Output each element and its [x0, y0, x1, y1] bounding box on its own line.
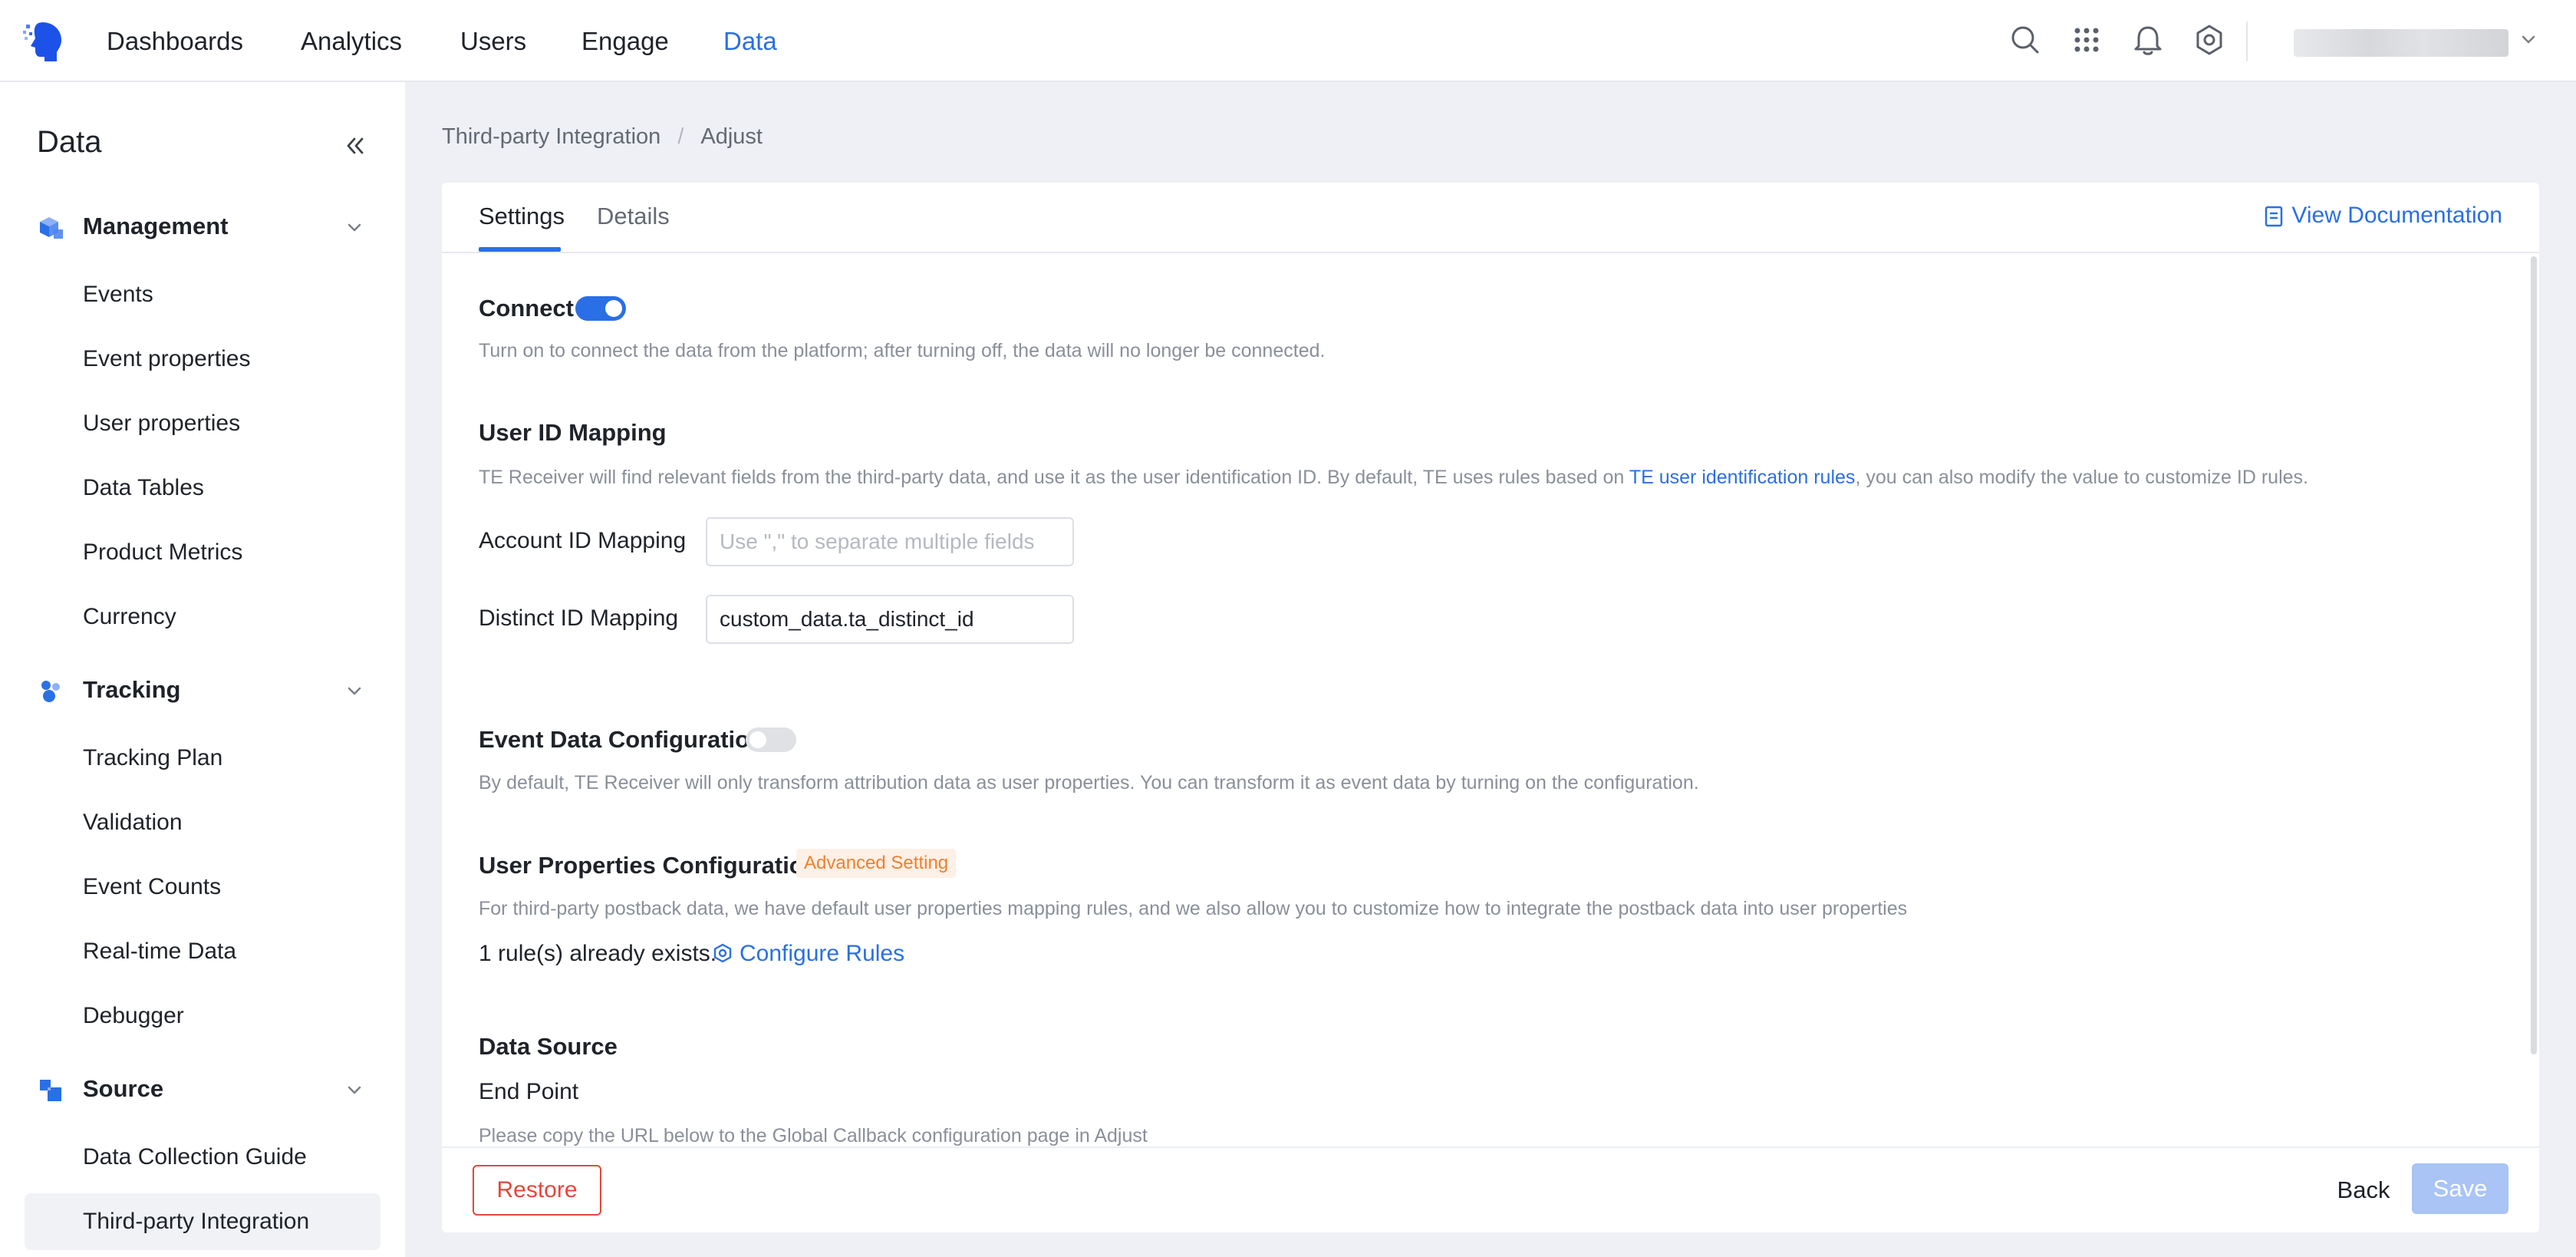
sidebar-item-label: Event properties — [83, 346, 251, 371]
chevron-down-icon[interactable] — [344, 1080, 365, 1101]
toolbar-divider — [2246, 21, 2248, 61]
scrollbar-thumb[interactable] — [2531, 256, 2537, 1054]
settings-gear-icon — [713, 943, 732, 963]
event-data-config-description: By default, TE Receiver will only transf… — [479, 772, 1699, 793]
chevron-down-icon[interactable] — [344, 681, 365, 702]
view-documentation-link[interactable]: View Documentation — [2264, 203, 2502, 229]
view-documentation-label: View Documentation — [2291, 203, 2502, 228]
event-data-config-toggle[interactable] — [746, 727, 796, 752]
end-point-description: Please copy the URL below to the Global … — [479, 1125, 1148, 1146]
sidebar-item-label: Tracking Plan — [83, 745, 223, 770]
settings-gear-icon[interactable] — [2192, 23, 2226, 57]
bell-icon[interactable] — [2131, 23, 2165, 57]
sidebar-item-validation[interactable]: Validation — [25, 794, 380, 851]
sidebar-item-data-tables[interactable]: Data Tables — [25, 460, 380, 516]
sidebar-item-label: User properties — [83, 411, 241, 436]
sidebar-group-label: Source — [83, 1075, 164, 1102]
breadcrumb-parent-link[interactable]: Third-party Integration — [442, 124, 660, 149]
tab-details[interactable]: Details — [597, 203, 670, 230]
sidebar-item-label: Data Collection Guide — [83, 1144, 307, 1170]
nav-users[interactable]: Users — [460, 23, 526, 60]
sidebar-item-label: Event Counts — [83, 874, 222, 899]
sidebar-group-label: Tracking — [83, 676, 181, 703]
account-id-mapping-label: Account ID Mapping — [479, 528, 687, 553]
toggle-knob — [605, 300, 622, 317]
breadcrumb: Third-party Integration / Adjust — [442, 124, 763, 150]
sidebar-group-label: Management — [83, 213, 229, 239]
app-logo-icon[interactable] — [21, 18, 68, 64]
tab-settings[interactable]: Settings — [479, 203, 565, 230]
connect-description: Turn on to connect the data from the pla… — [479, 340, 1326, 361]
sidebar-group-source[interactable]: Source — [37, 1066, 374, 1112]
sidebar: Data Management Events Event properties … — [0, 82, 405, 1257]
sidebar-group-management[interactable]: Management — [37, 203, 374, 249]
user-properties-config-title: User Properties Configuration — [479, 852, 819, 879]
sidebar-item-data-collection-guide[interactable]: Data Collection Guide — [25, 1129, 380, 1186]
description-text: , you can also modify the value to custo… — [1855, 467, 2308, 488]
nav-dashboards[interactable]: Dashboards — [107, 23, 243, 60]
nav-engage[interactable]: Engage — [581, 23, 669, 60]
breadcrumb-current: Adjust — [700, 124, 763, 149]
sidebar-item-events[interactable]: Events — [25, 266, 380, 323]
sidebar-item-label: Events — [83, 282, 153, 307]
cube-icon — [40, 217, 63, 239]
user-properties-config-description: For third-party postback data, we have d… — [479, 898, 1908, 919]
user-account-menu[interactable] — [2294, 29, 2508, 57]
sidebar-item-label: Third-party Integration — [83, 1209, 310, 1234]
connect-title: Connect — [479, 295, 574, 322]
nav-data[interactable]: Data — [723, 23, 777, 60]
advanced-setting-badge: Advanced Setting — [796, 849, 957, 878]
sidebar-item-label: Validation — [83, 810, 183, 835]
sidebar-item-tracking-plan[interactable]: Tracking Plan — [25, 730, 380, 787]
description-text: TE Receiver will find relevant fields fr… — [479, 467, 1629, 488]
nav-analytics[interactable]: Analytics — [301, 23, 402, 60]
rules-count-text: 1 rule(s) already exists. — [479, 941, 717, 966]
distinct-id-mapping-label: Distinct ID Mapping — [479, 605, 679, 631]
form-footer: Restore Back Save — [442, 1146, 2539, 1232]
sidebar-item-currency[interactable]: Currency — [25, 589, 380, 645]
back-button[interactable]: Back — [2321, 1165, 2406, 1216]
sidebar-item-label: Real-time Data — [83, 939, 237, 964]
chevron-down-icon[interactable] — [2518, 29, 2539, 51]
event-data-config-title: Event Data Configuration — [479, 726, 765, 753]
user-id-mapping-description: TE Receiver will find relevant fields fr… — [479, 467, 2308, 489]
sidebar-group-tracking[interactable]: Tracking — [37, 667, 374, 713]
tracking-icon — [41, 681, 60, 702]
sidebar-item-debugger[interactable]: Debugger — [25, 988, 380, 1044]
account-id-mapping-input[interactable] — [706, 517, 1074, 566]
active-tab-indicator — [479, 247, 561, 252]
collapse-sidebar-icon[interactable] — [342, 133, 368, 159]
top-navigation-bar: Dashboards Analytics Users Engage Data — [0, 0, 2576, 82]
sidebar-item-third-party-integration[interactable]: Third-party Integration — [25, 1193, 380, 1250]
tab-bar: Settings Details View Documentation — [442, 183, 2539, 253]
integration-settings-card: Settings Details View Documentation Conn… — [442, 183, 2539, 1232]
breadcrumb-separator: / — [677, 124, 684, 149]
identification-rules-link[interactable]: TE user identification rules — [1629, 467, 1856, 488]
sidebar-item-event-properties[interactable]: Event properties — [25, 331, 380, 388]
apps-grid-icon[interactable] — [2070, 23, 2103, 57]
end-point-label: End Point — [479, 1079, 579, 1104]
sidebar-item-product-metrics[interactable]: Product Metrics — [25, 524, 380, 581]
connect-toggle[interactable] — [575, 296, 626, 321]
chevron-down-icon[interactable] — [344, 217, 365, 239]
configure-rules-label: Configure Rules — [740, 941, 905, 966]
search-icon[interactable] — [2008, 23, 2042, 57]
sidebar-item-user-properties[interactable]: User properties — [25, 395, 380, 452]
toggle-knob — [749, 731, 766, 748]
configure-rules-button[interactable]: Configure Rules — [712, 941, 904, 967]
restore-button[interactable]: Restore — [473, 1165, 601, 1216]
document-icon — [2265, 206, 2283, 227]
sidebar-item-label: Debugger — [83, 1003, 184, 1028]
save-button[interactable]: Save — [2412, 1163, 2508, 1214]
distinct-id-mapping-input[interactable] — [706, 595, 1074, 644]
source-icon — [40, 1080, 61, 1101]
sidebar-item-label: Data Tables — [83, 475, 204, 500]
sidebar-item-real-time-data[interactable]: Real-time Data — [25, 923, 380, 980]
sidebar-item-label: Currency — [83, 604, 176, 629]
data-source-title: Data Source — [479, 1033, 618, 1060]
sidebar-item-event-counts[interactable]: Event Counts — [25, 859, 380, 916]
sidebar-item-label: Product Metrics — [83, 539, 243, 565]
user-id-mapping-title: User ID Mapping — [479, 419, 667, 446]
sidebar-title: Data — [37, 125, 102, 159]
